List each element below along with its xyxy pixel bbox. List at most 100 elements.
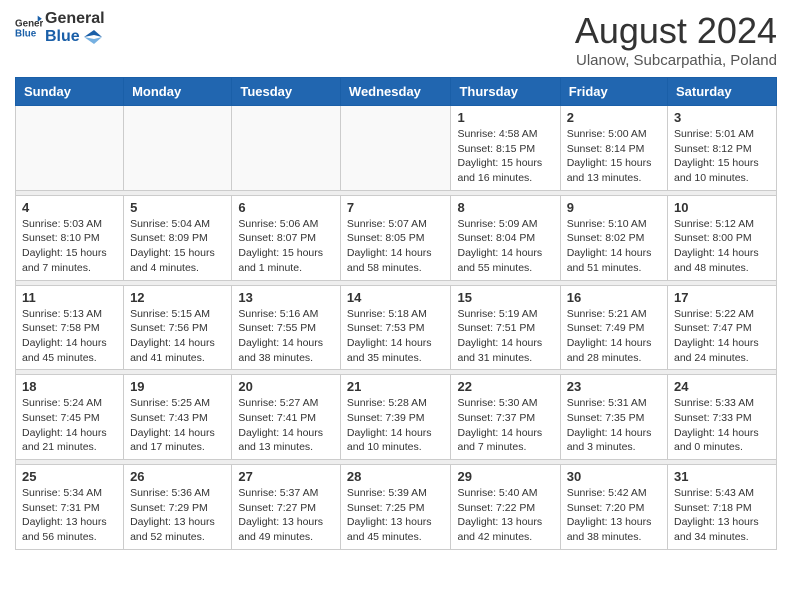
calendar-cell: 11 Sunrise: 5:13 AMSunset: 7:58 PMDayligh… bbox=[16, 285, 124, 370]
day-number: 27 bbox=[238, 469, 334, 484]
day-number: 22 bbox=[457, 379, 553, 394]
calendar-cell: 15 Sunrise: 5:19 AMSunset: 7:51 PMDayligh… bbox=[451, 285, 560, 370]
day-number: 2 bbox=[567, 110, 661, 125]
day-info: Sunrise: 5:31 AMSunset: 7:35 PMDaylight:… bbox=[567, 396, 661, 455]
day-info: Sunrise: 5:42 AMSunset: 7:20 PMDaylight:… bbox=[567, 486, 661, 545]
weekday-header-saturday: Saturday bbox=[668, 78, 777, 106]
calendar-cell: 30 Sunrise: 5:42 AMSunset: 7:20 PMDayligh… bbox=[560, 465, 667, 550]
day-info: Sunrise: 5:00 AMSunset: 8:14 PMDaylight:… bbox=[567, 127, 661, 186]
day-number: 25 bbox=[22, 469, 117, 484]
day-number: 14 bbox=[347, 290, 445, 305]
calendar-cell: 23 Sunrise: 5:31 AMSunset: 7:35 PMDayligh… bbox=[560, 375, 667, 460]
day-number: 13 bbox=[238, 290, 334, 305]
day-info: Sunrise: 5:22 AMSunset: 7:47 PMDaylight:… bbox=[674, 307, 770, 366]
logo-icon: General Blue bbox=[15, 14, 43, 42]
calendar-week-row: 4Sunrise: 5:03 AMSunset: 8:10 PMDaylight… bbox=[16, 195, 777, 280]
day-number: 20 bbox=[238, 379, 334, 394]
calendar-week-row: 1Sunrise: 4:58 AMSunset: 8:15 PMDaylight… bbox=[16, 106, 777, 191]
day-number: 21 bbox=[347, 379, 445, 394]
calendar-cell bbox=[232, 106, 341, 191]
day-info: Sunrise: 5:10 AMSunset: 8:02 PMDaylight:… bbox=[567, 217, 661, 276]
day-number: 18 bbox=[22, 379, 117, 394]
day-number: 24 bbox=[674, 379, 770, 394]
calendar-cell: 29Sunrise: 5:40 AMSunset: 7:22 PMDayligh… bbox=[451, 465, 560, 550]
day-number: 15 bbox=[457, 290, 553, 305]
weekday-header-friday: Friday bbox=[560, 78, 667, 106]
calendar-cell: 18 Sunrise: 5:24 AMSunset: 7:45 PMDayligh… bbox=[16, 375, 124, 460]
logo-bird-icon bbox=[84, 30, 102, 44]
page-header: General Blue General Blue August 2024 Ul… bbox=[15, 10, 777, 69]
day-info: Sunrise: 5:01 AMSunset: 8:12 PMDaylight:… bbox=[674, 127, 770, 186]
day-number: 6 bbox=[238, 200, 334, 215]
day-info: Sunrise: 5:24 AMSunset: 7:45 PMDaylight:… bbox=[22, 396, 117, 455]
weekday-header-row: SundayMondayTuesdayWednesdayThursdayFrid… bbox=[16, 78, 777, 106]
svg-text:Blue: Blue bbox=[15, 29, 37, 40]
calendar-week-row: 11 Sunrise: 5:13 AMSunset: 7:58 PMDayligh… bbox=[16, 285, 777, 370]
day-info: Sunrise: 5:30 AMSunset: 7:37 PMDaylight:… bbox=[457, 396, 553, 455]
calendar-cell: 25Sunrise: 5:34 AMSunset: 7:31 PMDayligh… bbox=[16, 465, 124, 550]
calendar-cell: 27Sunrise: 5:37 AMSunset: 7:27 PMDayligh… bbox=[232, 465, 341, 550]
day-info: Sunrise: 5:15 AMSunset: 7:56 PMDaylight:… bbox=[130, 307, 225, 366]
calendar-cell: 22 Sunrise: 5:30 AMSunset: 7:37 PMDayligh… bbox=[451, 375, 560, 460]
day-info: Sunrise: 5:03 AMSunset: 8:10 PMDaylight:… bbox=[22, 217, 117, 276]
calendar-cell: 13Sunrise: 5:16 AMSunset: 7:55 PMDayligh… bbox=[232, 285, 341, 370]
day-number: 10 bbox=[674, 200, 770, 215]
calendar-cell: 20Sunrise: 5:27 AMSunset: 7:41 PMDayligh… bbox=[232, 375, 341, 460]
calendar-cell: 10Sunrise: 5:12 AMSunset: 8:00 PMDayligh… bbox=[668, 195, 777, 280]
day-number: 19 bbox=[130, 379, 225, 394]
calendar-cell bbox=[16, 106, 124, 191]
calendar-week-row: 25Sunrise: 5:34 AMSunset: 7:31 PMDayligh… bbox=[16, 465, 777, 550]
calendar-cell: 4Sunrise: 5:03 AMSunset: 8:10 PMDaylight… bbox=[16, 195, 124, 280]
calendar-cell: 24Sunrise: 5:33 AMSunset: 7:33 PMDayligh… bbox=[668, 375, 777, 460]
day-number: 9 bbox=[567, 200, 661, 215]
day-number: 11 bbox=[22, 290, 117, 305]
day-number: 26 bbox=[130, 469, 225, 484]
day-number: 30 bbox=[567, 469, 661, 484]
day-number: 8 bbox=[457, 200, 553, 215]
day-number: 12 bbox=[130, 290, 225, 305]
day-number: 3 bbox=[674, 110, 770, 125]
day-info: Sunrise: 5:25 AMSunset: 7:43 PMDaylight:… bbox=[130, 396, 225, 455]
day-info: Sunrise: 5:21 AMSunset: 7:49 PMDaylight:… bbox=[567, 307, 661, 366]
calendar-cell: 1Sunrise: 4:58 AMSunset: 8:15 PMDaylight… bbox=[451, 106, 560, 191]
day-info: Sunrise: 5:13 AMSunset: 7:58 PMDaylight:… bbox=[22, 307, 117, 366]
day-info: Sunrise: 5:18 AMSunset: 7:53 PMDaylight:… bbox=[347, 307, 445, 366]
calendar-week-row: 18 Sunrise: 5:24 AMSunset: 7:45 PMDayligh… bbox=[16, 375, 777, 460]
calendar-cell: 5 Sunrise: 5:04 AMSunset: 8:09 PMDaylight… bbox=[124, 195, 232, 280]
calendar-cell: 26 Sunrise: 5:36 AMSunset: 7:29 PMDayligh… bbox=[124, 465, 232, 550]
weekday-header-wednesday: Wednesday bbox=[340, 78, 451, 106]
calendar-cell: 12 Sunrise: 5:15 AMSunset: 7:56 PMDayligh… bbox=[124, 285, 232, 370]
day-info: Sunrise: 5:36 AMSunset: 7:29 PMDaylight:… bbox=[130, 486, 225, 545]
day-number: 7 bbox=[347, 200, 445, 215]
day-number: 28 bbox=[347, 469, 445, 484]
title-block: August 2024 Ulanow, Subcarpathia, Poland bbox=[575, 10, 777, 69]
calendar-cell bbox=[340, 106, 451, 191]
day-info: Sunrise: 5:04 AMSunset: 8:09 PMDaylight:… bbox=[130, 217, 225, 276]
day-info: Sunrise: 4:58 AMSunset: 8:15 PMDaylight:… bbox=[457, 127, 553, 186]
day-number: 29 bbox=[457, 469, 553, 484]
calendar-cell: 3 Sunrise: 5:01 AMSunset: 8:12 PMDaylight… bbox=[668, 106, 777, 191]
day-number: 31 bbox=[674, 469, 770, 484]
calendar-cell: 17 Sunrise: 5:22 AMSunset: 7:47 PMDayligh… bbox=[668, 285, 777, 370]
day-number: 17 bbox=[674, 290, 770, 305]
calendar-cell: 14 Sunrise: 5:18 AMSunset: 7:53 PMDayligh… bbox=[340, 285, 451, 370]
calendar-cell: 6 Sunrise: 5:06 AMSunset: 8:07 PMDaylight… bbox=[232, 195, 341, 280]
day-number: 23 bbox=[567, 379, 661, 394]
logo-general-text: General bbox=[45, 10, 105, 28]
calendar-cell: 9 Sunrise: 5:10 AMSunset: 8:02 PMDaylight… bbox=[560, 195, 667, 280]
calendar-cell: 8Sunrise: 5:09 AMSunset: 8:04 PMDaylight… bbox=[451, 195, 560, 280]
weekday-header-monday: Monday bbox=[124, 78, 232, 106]
logo-blue-text: Blue bbox=[45, 28, 105, 46]
weekday-header-thursday: Thursday bbox=[451, 78, 560, 106]
day-info: Sunrise: 5:43 AMSunset: 7:18 PMDaylight:… bbox=[674, 486, 770, 545]
calendar-cell bbox=[124, 106, 232, 191]
day-info: Sunrise: 5:28 AMSunset: 7:39 PMDaylight:… bbox=[347, 396, 445, 455]
calendar-table: SundayMondayTuesdayWednesdayThursdayFrid… bbox=[15, 77, 777, 550]
day-info: Sunrise: 5:06 AMSunset: 8:07 PMDaylight:… bbox=[238, 217, 334, 276]
day-number: 5 bbox=[130, 200, 225, 215]
calendar-cell: 7 Sunrise: 5:07 AMSunset: 8:05 PMDaylight… bbox=[340, 195, 451, 280]
day-info: Sunrise: 5:07 AMSunset: 8:05 PMDaylight:… bbox=[347, 217, 445, 276]
month-year-title: August 2024 bbox=[575, 10, 777, 52]
location-subtitle: Ulanow, Subcarpathia, Poland bbox=[575, 52, 777, 69]
day-info: Sunrise: 5:19 AMSunset: 7:51 PMDaylight:… bbox=[457, 307, 553, 366]
